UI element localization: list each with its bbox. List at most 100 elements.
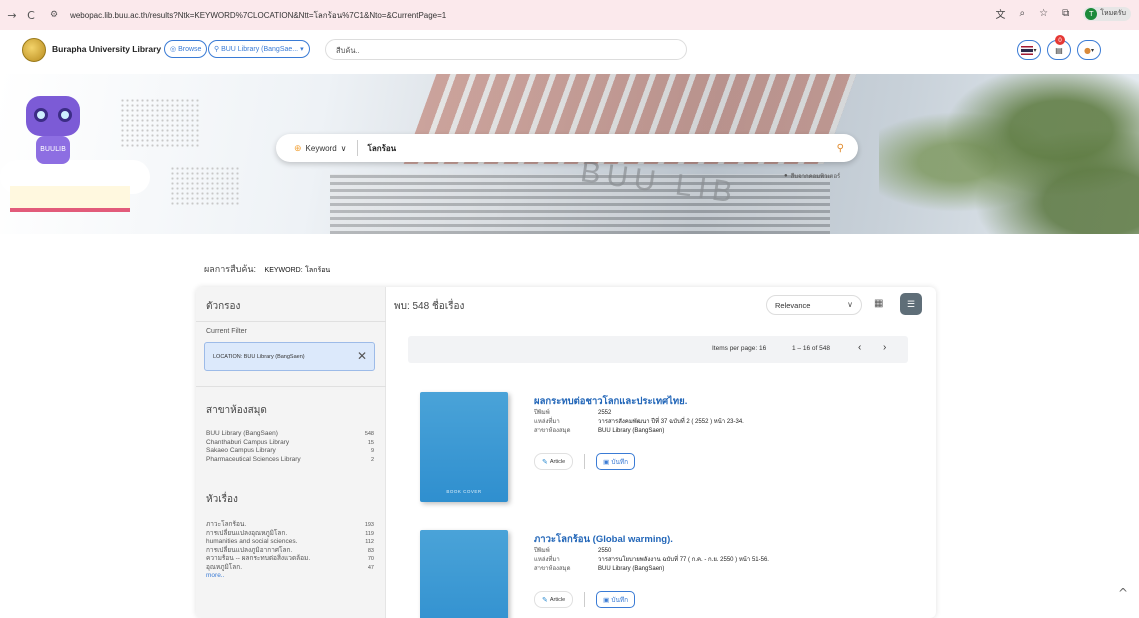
save-button[interactable]: ▣ บันทึก bbox=[596, 591, 636, 608]
header-search-input[interactable]: สืบค้น.. bbox=[325, 39, 687, 60]
robot-mascot: BUULIB bbox=[18, 96, 88, 164]
facet-label: ความร้อน -- ผลกระทบต่อสิ่งแวดล้อม. bbox=[206, 555, 311, 562]
saved-list-button[interactable]: ▤ 0 bbox=[1047, 35, 1071, 60]
search-type-label: Keyword bbox=[305, 143, 337, 153]
facet-count: 119 bbox=[365, 530, 374, 537]
robot-eye bbox=[58, 108, 72, 122]
chevron-right-icon[interactable]: › bbox=[883, 342, 886, 353]
save-label: บันทึก bbox=[611, 458, 629, 466]
facet-item[interactable]: BUU Library (BangSaen) 548 bbox=[206, 430, 374, 439]
thai-flag-icon bbox=[1021, 45, 1034, 55]
tree-foliage bbox=[879, 74, 1139, 234]
reload-icon[interactable]: C bbox=[24, 9, 38, 22]
meta-label: สาขาห้องสมุด bbox=[534, 428, 571, 434]
bookmark-icon: ▣ bbox=[603, 458, 610, 466]
facet-item[interactable]: Pharmaceutical Sciences Library 2 bbox=[206, 456, 374, 465]
bookmark-icon: ▣ bbox=[603, 596, 610, 604]
bookmark-star-icon[interactable]: ☆ bbox=[1039, 8, 1048, 19]
pagination-bar: Items per page: 16 1 – 16 of 548 ‹ › bbox=[408, 336, 908, 363]
save-button[interactable]: ▣ บันทึก bbox=[596, 453, 636, 470]
close-icon[interactable]: ✕ bbox=[357, 349, 367, 363]
meta-label: สาขาห้องสมุด bbox=[534, 566, 571, 572]
document-icon: ▤ bbox=[1055, 45, 1063, 55]
keyword-icon: ⊕ bbox=[294, 142, 302, 153]
facet-count: 15 bbox=[367, 439, 374, 446]
keyword-value: โลกร้อน bbox=[305, 267, 331, 274]
translate-icon[interactable]: 文 bbox=[996, 6, 1006, 21]
divider bbox=[584, 592, 586, 607]
dot-pattern bbox=[170, 166, 240, 206]
search-input[interactable]: โลกร้อน bbox=[368, 142, 837, 155]
location-select[interactable]: ⚲ BUU Library (BangSae... ▾ bbox=[208, 40, 310, 58]
facet-count: 112 bbox=[365, 539, 374, 545]
results-panel: ตัวกรอง Current Filter LOCATION: BUU Lib… bbox=[196, 287, 936, 618]
robot-eye bbox=[34, 108, 48, 122]
chevron-down-icon: ∨ bbox=[847, 300, 853, 309]
facet-item[interactable]: humanities and social sciences. 112 bbox=[206, 538, 374, 547]
facet-count: 2 bbox=[370, 456, 374, 463]
book-cover[interactable] bbox=[420, 530, 508, 618]
facet-item[interactable]: ความร้อน -- ผลกระทบต่อสิ่งแวดล้อม. 70 bbox=[206, 555, 374, 564]
active-filter-chip: LOCATION: BUU Library (BangSaen) ✕ bbox=[204, 342, 375, 371]
forward-icon[interactable]: → bbox=[5, 9, 19, 22]
location-pin-icon: ⚲ bbox=[214, 46, 222, 53]
facet-item[interactable]: Chanthaburi Campus Library 15 bbox=[206, 439, 374, 448]
facet-count: 193 bbox=[364, 522, 374, 528]
facet-item[interactable]: ภาวะโลกร้อน. 193 bbox=[206, 521, 374, 530]
format-badge: ✎ Article bbox=[534, 591, 574, 608]
libraries-title: สาขาห้องสมุด bbox=[206, 405, 267, 416]
profile-label: โหมดรับ bbox=[1100, 9, 1126, 17]
location-label: BUU Library (BangSae... bbox=[221, 45, 299, 53]
chevron-left-icon[interactable]: ‹ bbox=[858, 342, 861, 353]
facet-item[interactable]: อุณหภูมิโลก. 47 bbox=[206, 564, 374, 573]
site-info-icon[interactable]: ⚙ bbox=[50, 10, 58, 20]
library-logo[interactable] bbox=[22, 38, 46, 62]
facet-count: 83 bbox=[367, 547, 374, 554]
book-cover[interactable]: BOOK COVER bbox=[420, 392, 508, 502]
browse-button[interactable]: ◎ Browse bbox=[164, 40, 208, 58]
address-bar[interactable]: webopac.lib.buu.ac.th/results?Ntk=KEYWOR… bbox=[70, 9, 446, 22]
facet-item[interactable]: การเปลี่ยนแปลงภูมิอากาศโลก. 83 bbox=[206, 547, 374, 556]
robot-head bbox=[26, 96, 80, 136]
chevron-down-icon: ∨ bbox=[340, 143, 347, 153]
result-actions: ✎ Article ▣ บันทึก bbox=[534, 591, 636, 608]
extensions-icon[interactable]: ⧉ bbox=[1062, 8, 1069, 19]
article-icon: ✎ bbox=[542, 458, 548, 466]
search-type-select[interactable]: ⊕ Keyword ∨ bbox=[294, 143, 347, 154]
search-icon[interactable]: ⚲ bbox=[837, 143, 844, 154]
filter-title: ตัวกรอง bbox=[206, 301, 241, 312]
toggle-icon: ● bbox=[784, 173, 788, 179]
site-title[interactable]: Burapha University Library bbox=[52, 44, 161, 54]
main-search-bar[interactable]: ⊕ Keyword ∨ โลกร้อน ⚲ bbox=[276, 134, 858, 162]
scroll-to-top-icon[interactable]: ^ bbox=[1118, 586, 1128, 600]
result-meta: ปีพิมพ์ 2550 แหล่งที่มา วารสารนโยบายพลังงา… bbox=[534, 547, 769, 574]
meta-value: 2550 bbox=[598, 548, 612, 554]
facet-label: การเปลี่ยนแปลงอุณหภูมิโลก. bbox=[206, 529, 288, 537]
result-title[interactable]: ผลกระทบต่อชาวโลกและประเทศไทย. bbox=[534, 394, 687, 409]
advanced-search-link[interactable]: ● สืบจากคอมพิวเตอร์ bbox=[784, 171, 840, 181]
result-title[interactable]: ภาวะโลกร้อน (Global warming). bbox=[534, 532, 673, 547]
facet-label: Sakaeo Campus Library bbox=[206, 447, 276, 454]
keyword-key: KEYWORD: bbox=[264, 267, 303, 274]
meta-label: ปีพิมพ์ bbox=[534, 410, 550, 416]
facet-item[interactable]: Sakaeo Campus Library 9 bbox=[206, 447, 374, 456]
account-button[interactable]: ● ▾ bbox=[1077, 40, 1101, 60]
current-filter-label: Current Filter bbox=[206, 328, 247, 335]
facet-label: ภาวะโลกร้อน. bbox=[206, 521, 247, 528]
facet-item[interactable]: การเปลี่ยนแปลงอุณหภูมิโลก. 119 bbox=[206, 530, 374, 539]
language-button[interactable]: ▾ bbox=[1017, 40, 1041, 60]
zoom-icon[interactable]: ⌕ bbox=[1020, 8, 1026, 19]
more-link[interactable]: more.. bbox=[206, 572, 374, 581]
divider bbox=[356, 140, 358, 156]
list-view-icon[interactable]: ☰ bbox=[900, 293, 922, 315]
browser-actions: 文 ⌕ ☆ ⧉ T โหมดรับ bbox=[996, 6, 1131, 21]
facet-count: 70 bbox=[367, 556, 374, 562]
items-per-page[interactable]: Items per page: 16 bbox=[712, 345, 766, 352]
format-label: Article bbox=[549, 458, 566, 465]
sort-select[interactable]: Relevance ∨ bbox=[766, 295, 862, 315]
page-range: 1 – 16 of 548 bbox=[792, 345, 830, 352]
grid-view-icon[interactable]: ▦ bbox=[874, 298, 883, 309]
meta-value: วารสารสังคมพัฒนา ปีที่ 37 ฉบับที่ 2 ( 25… bbox=[598, 419, 744, 425]
facet-label: Chanthaburi Campus Library bbox=[206, 438, 290, 446]
profile-button[interactable]: T โหมดรับ bbox=[1083, 6, 1131, 21]
